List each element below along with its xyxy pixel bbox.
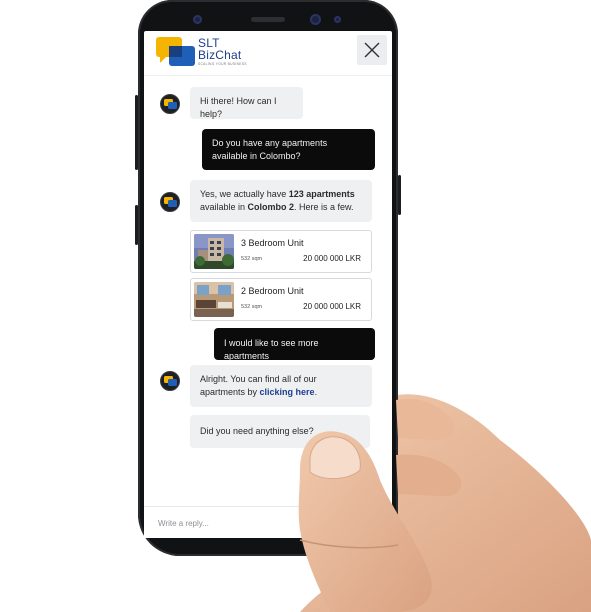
bot-message: Alright. You can find all of our apartme… <box>190 365 372 407</box>
apartment-photo <box>194 234 234 269</box>
apartment-photo <box>194 282 234 317</box>
earpiece-speaker <box>251 17 285 22</box>
chat-header: SLT BizChat SCALING YOUR BUSINESS <box>144 31 392 76</box>
bixby-button <box>135 205 138 245</box>
bot-chat-icon <box>164 99 177 109</box>
location-name: Colombo 2 <box>247 202 295 212</box>
reply-input[interactable] <box>144 507 392 538</box>
user-message: Do you have any apartments available in … <box>202 129 375 170</box>
listing-title: 2 Bedroom Unit <box>241 286 304 296</box>
user-message: I would like to see more apartments <box>214 328 375 361</box>
bot-avatar <box>160 192 180 212</box>
message-text: Hi there! How can I help? <box>200 96 277 119</box>
clicking-here-link[interactable]: clicking here <box>260 387 315 397</box>
brand-logo: SLT BizChat SCALING YOUR BUSINESS <box>156 35 266 69</box>
bot-avatar <box>160 94 180 114</box>
message-text: Do you have any apartments available in … <box>212 138 328 161</box>
reply-composer <box>144 506 392 538</box>
listing-price: 20 000 000 LKR <box>303 302 361 311</box>
brand-tagline: SCALING YOUR BUSINESS <box>198 62 247 66</box>
sensor-icon <box>310 14 321 25</box>
chat-window: SLT BizChat SCALING YOUR BUSINESS Hi the… <box>144 31 392 538</box>
chat-bubbles-logo-icon <box>156 37 195 66</box>
message-text: . Here is a few. <box>294 202 354 212</box>
power-button <box>398 175 401 215</box>
listing-card[interactable]: 2 Bedroom Unit 532 sqm 20 000 000 LKR <box>190 278 372 321</box>
bot-avatar <box>160 371 180 391</box>
close-button[interactable] <box>357 35 387 65</box>
bot-message: Yes, we actually have 123 apartments ava… <box>190 180 372 222</box>
listing-area: 532 sqm <box>241 256 263 262</box>
bot-chat-icon <box>164 197 177 207</box>
brand-name: SLT BizChat <box>198 36 242 62</box>
bot-chat-icon <box>164 376 177 386</box>
iris-sensor-icon <box>334 16 341 23</box>
volume-button <box>135 95 138 170</box>
phone-device: SLT BizChat SCALING YOUR BUSINESS Hi the… <box>135 0 401 556</box>
listing-area: 532 sqm <box>241 304 263 310</box>
message-text: available in <box>200 202 248 212</box>
bot-message: Did you need anything else? <box>190 415 370 448</box>
message-text: Did you need anything else? <box>200 426 314 436</box>
listing-card[interactable]: 3 Bedroom Unit 532 sqm 20 000 000 LKR <box>190 230 372 273</box>
message-text: I would like to see more apartments <box>224 338 319 361</box>
close-icon <box>364 42 380 58</box>
message-text: Yes, we actually have <box>200 189 289 199</box>
listing-title: 3 Bedroom Unit <box>241 238 304 248</box>
bot-message: Hi there! How can I help? <box>190 87 303 119</box>
front-camera-icon <box>193 15 202 24</box>
message-text: . <box>314 387 318 397</box>
apartment-count: 123 apartments <box>288 189 355 199</box>
listing-price: 20 000 000 LKR <box>303 254 361 263</box>
